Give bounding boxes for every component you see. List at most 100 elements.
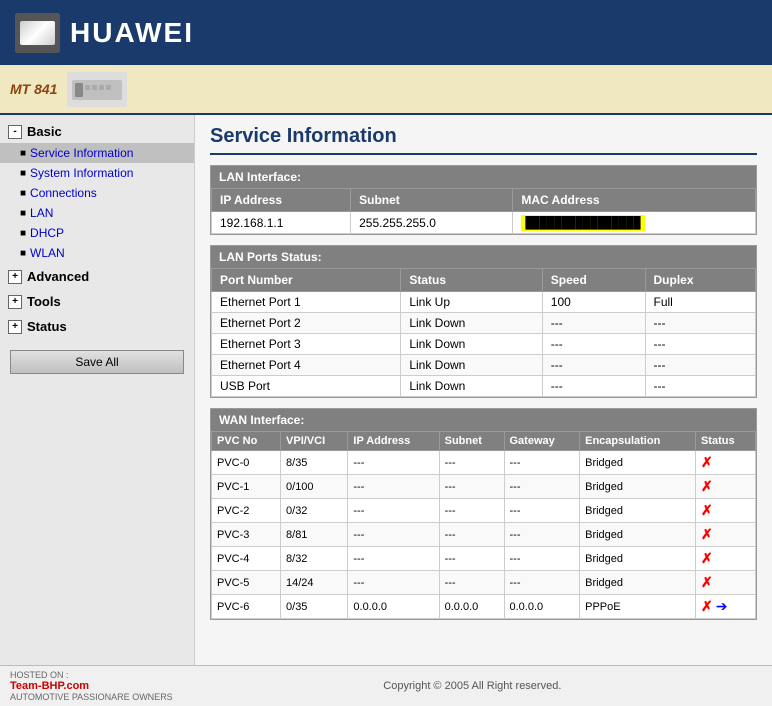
plus-icon: +: [8, 295, 22, 309]
x-icon: ✗: [701, 454, 713, 470]
port-name: USB Port: [212, 376, 401, 397]
lan-link[interactable]: LAN: [30, 206, 53, 220]
port-name: Ethernet Port 3: [212, 334, 401, 355]
sidebar-item-connections[interactable]: ■ Connections: [0, 183, 194, 203]
port-status: Link Down: [401, 334, 542, 355]
wan-pvc: PVC-6: [212, 595, 281, 619]
wan-ip: ---: [348, 523, 439, 547]
bullet-icon: ■: [20, 248, 26, 259]
content-area: Service Information LAN Interface: IP Ad…: [195, 115, 772, 665]
sidebar-status-label: Status: [27, 319, 67, 334]
lan-ip-value: 192.168.1.1: [212, 212, 351, 234]
port-speed: 100: [542, 292, 645, 313]
wan-encap: Bridged: [580, 571, 696, 595]
wan-status: ✗: [695, 451, 755, 475]
port-duplex: ---: [645, 355, 756, 376]
logo-container: HUAWEI: [15, 13, 194, 53]
wan-subnet: ---: [439, 451, 504, 475]
table-row: PVC-4 8/32 --- --- --- Bridged ✗: [212, 547, 756, 571]
wan-status: ✗: [695, 499, 755, 523]
plus-icon: +: [8, 270, 22, 284]
wan-gateway: 0.0.0.0: [504, 595, 580, 619]
table-row: PVC-5 14/24 --- --- --- Bridged ✗: [212, 571, 756, 595]
wan-ip: 0.0.0.0: [348, 595, 439, 619]
wan-encap: Bridged: [580, 547, 696, 571]
sidebar-section-advanced: + Advanced: [0, 265, 194, 288]
col-speed: Speed: [542, 269, 645, 292]
hosted-on: HOSTED ON : Team-BHP.com AUTOMOTIVE PASS…: [10, 670, 173, 702]
port-speed: ---: [542, 313, 645, 334]
wan-gateway: ---: [504, 523, 580, 547]
x-icon: ✗: [701, 574, 713, 590]
wan-gateway: ---: [504, 451, 580, 475]
page-title: Service Information: [210, 125, 757, 155]
col-pvc: PVC No: [212, 432, 281, 451]
table-row: PVC-6 0/35 0.0.0.0 0.0.0.0 0.0.0.0 PPPoE…: [212, 595, 756, 619]
sub-header: MT 841: [0, 65, 772, 115]
wan-vpi: 0/35: [281, 595, 348, 619]
wlan-link[interactable]: WLAN: [30, 246, 65, 260]
header: HUAWEI: [0, 0, 772, 65]
wan-status: ✗: [695, 547, 755, 571]
connections-link[interactable]: Connections: [30, 186, 97, 200]
table-row: PVC-3 8/81 --- --- --- Bridged ✗: [212, 523, 756, 547]
port-status: Link Down: [401, 376, 542, 397]
wan-encap: PPPoE: [580, 595, 696, 619]
sidebar-item-service-information[interactable]: ■ Service Information: [0, 143, 194, 163]
col-encap: Encapsulation: [580, 432, 696, 451]
port-duplex: Full: [645, 292, 756, 313]
x-icon: ✗: [701, 598, 713, 614]
sidebar-advanced-label: Advanced: [27, 269, 89, 284]
lan-ports-header: LAN Ports Status:: [211, 246, 756, 268]
wan-status: ✗: [695, 571, 755, 595]
main-layout: - Basic ■ Service Information ■ System I…: [0, 115, 772, 665]
sidebar-item-dhcp[interactable]: ■ DHCP: [0, 223, 194, 243]
sidebar-item-lan[interactable]: ■ LAN: [0, 203, 194, 223]
x-icon: ✗: [701, 502, 713, 518]
sidebar-basic-header[interactable]: - Basic: [0, 120, 194, 143]
sidebar-item-wlan[interactable]: ■ WLAN: [0, 243, 194, 263]
wan-gateway: ---: [504, 571, 580, 595]
link-icon[interactable]: ➔: [716, 598, 728, 614]
save-all-button[interactable]: Save All: [10, 350, 184, 374]
port-speed: ---: [542, 376, 645, 397]
wan-vpi: 8/35: [281, 451, 348, 475]
wan-pvc: PVC-4: [212, 547, 281, 571]
wan-vpi: 8/32: [281, 547, 348, 571]
table-row: Ethernet Port 2 Link Down --- ---: [212, 313, 756, 334]
wan-pvc: PVC-3: [212, 523, 281, 547]
wan-encap: Bridged: [580, 475, 696, 499]
wan-interface-table: PVC No VPI/VCI IP Address Subnet Gateway…: [211, 431, 756, 619]
wan-subnet: ---: [439, 571, 504, 595]
lan-ports-section: LAN Ports Status: Port Number Status Spe…: [210, 245, 757, 398]
save-btn-container: Save All: [0, 340, 194, 384]
footer-bar: HOSTED ON : Team-BHP.com AUTOMOTIVE PASS…: [0, 665, 772, 706]
port-speed: ---: [542, 334, 645, 355]
sidebar-section-status: + Status: [0, 315, 194, 338]
port-name: Ethernet Port 1: [212, 292, 401, 313]
col-ip: IP Address: [348, 432, 439, 451]
service-information-link[interactable]: Service Information: [30, 146, 133, 160]
port-duplex: ---: [645, 334, 756, 355]
system-information-link[interactable]: System Information: [30, 166, 133, 180]
wan-pvc: PVC-2: [212, 499, 281, 523]
bhp-label: Team-BHP.com: [10, 680, 89, 692]
dhcp-link[interactable]: DHCP: [30, 226, 64, 240]
wan-status: ✗ ➔: [695, 595, 755, 619]
sidebar-status-header[interactable]: + Status: [0, 315, 194, 338]
sidebar-tools-header[interactable]: + Tools: [0, 290, 194, 313]
port-duplex: ---: [645, 376, 756, 397]
sidebar-tools-label: Tools: [27, 294, 61, 309]
sidebar-section-tools: + Tools: [0, 290, 194, 313]
wan-status: ✗: [695, 523, 755, 547]
wan-ip: ---: [348, 547, 439, 571]
wan-subnet: ---: [439, 523, 504, 547]
brand-name: HUAWEI: [70, 17, 194, 49]
plus-icon: +: [8, 320, 22, 334]
table-row: Ethernet Port 4 Link Down --- ---: [212, 355, 756, 376]
sidebar-advanced-header[interactable]: + Advanced: [0, 265, 194, 288]
col-subnet: Subnet: [439, 432, 504, 451]
port-status: Link Down: [401, 313, 542, 334]
copyright-text: Copyright © 2005 All Right reserved.: [183, 680, 762, 692]
sidebar-item-system-information[interactable]: ■ System Information: [0, 163, 194, 183]
